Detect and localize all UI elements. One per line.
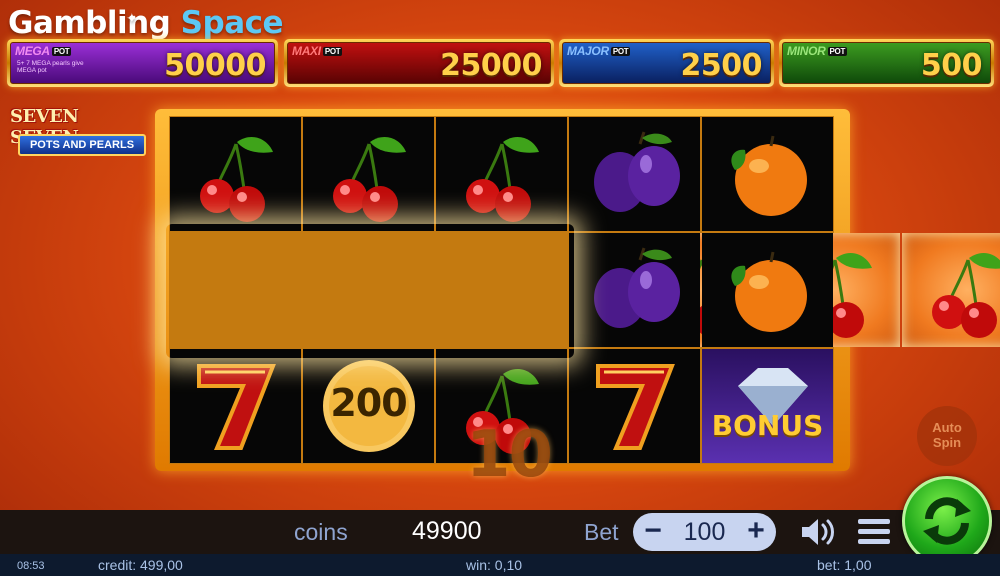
credit-readout: credit: 499,00: [98, 557, 183, 573]
coins-value: 49900: [412, 517, 482, 545]
reel-cell: [436, 117, 567, 231]
reel-cell: [569, 117, 700, 231]
menu-icon[interactable]: [856, 516, 892, 548]
autospin-button[interactable]: Auto Spin: [917, 406, 977, 466]
reel-cell: BONUS: [702, 349, 833, 463]
refresh-icon: [923, 497, 971, 545]
bottom-bar: coins 49900 Bet − 100 +: [0, 510, 1000, 554]
reel-cell: [702, 233, 833, 347]
reel-cell: [569, 233, 700, 347]
bet-increase-button[interactable]: +: [740, 516, 772, 548]
seven-icon: [196, 364, 276, 450]
seven-icon: [595, 364, 675, 450]
coin-value: 200: [330, 381, 407, 425]
jackpot-maxi-tag: MAXI POT: [292, 44, 343, 58]
bet-label: Bet: [584, 519, 619, 545]
win-amount: 10: [466, 418, 553, 492]
jackpot-major-tag: MAJOR POT: [567, 44, 631, 58]
bet-control: − 100 +: [633, 513, 776, 551]
orange-icon: [730, 135, 807, 216]
cherry-icon: [931, 253, 1000, 338]
reel-grid: 200 BONUS: [169, 116, 1000, 464]
reel-cell: [702, 117, 833, 231]
clock: 08:53: [17, 560, 45, 572]
jackpot-mega-value: 50000: [164, 48, 266, 83]
jackpot-mega-note: 5+ 7 MEGA pearls give MEGA pot: [17, 60, 84, 74]
cherry-icon: [199, 137, 273, 222]
game-logo: SEVEN SEVEN POTS AND PEARLS: [8, 104, 150, 160]
reel-frame: 200 BONUS: [155, 109, 1000, 471]
jackpot-major: MAJOR POT 2500: [559, 39, 774, 87]
site-logo: Gambling Space ✦: [8, 4, 284, 42]
status-bar: 08:53 credit: 499,00 win: 0,10 bet: 1,00: [0, 554, 1000, 576]
logo-word-2: Space: [180, 5, 284, 41]
jackpot-major-value: 2500: [680, 48, 763, 83]
jackpot-maxi-value: 25000: [440, 48, 542, 83]
bet-value: 100: [683, 518, 726, 546]
coins-label: coins: [294, 519, 348, 545]
logo-word-1: Gambling: [8, 5, 171, 41]
bet-decrease-button[interactable]: −: [637, 516, 669, 548]
plum-icon: [593, 247, 680, 328]
win-readout: win: 0,10: [466, 557, 523, 573]
reel-cell: [902, 233, 1000, 347]
sound-icon[interactable]: [798, 516, 838, 548]
reel-cell: [170, 349, 301, 463]
game-logo-subtitle: POTS AND PEARLS: [18, 134, 146, 156]
reel-cell: [303, 117, 434, 231]
jackpot-mega-tag: MEGA POT: [15, 44, 72, 58]
jackpot-mega: MEGA POT 5+ 7 MEGA pearls give MEGA pot 5…: [7, 39, 278, 87]
spin-button[interactable]: [902, 476, 992, 566]
reel-cell: [569, 349, 700, 463]
plum-icon: [593, 131, 680, 212]
sparkle-icon: ✦: [126, 11, 138, 27]
jackpot-minor-tag: MINOR POT: [787, 44, 848, 58]
jackpot-minor: MINOR POT 500: [779, 39, 994, 87]
cherry-icon: [332, 137, 406, 222]
bonus-label: BONUS: [711, 409, 824, 442]
jackpot-minor-value: 500: [920, 48, 983, 83]
reel-cell: [170, 117, 301, 231]
reel-cell: 200: [303, 349, 434, 463]
jackpot-maxi: MAXI POT 25000: [284, 39, 554, 87]
orange-icon: [730, 251, 807, 332]
cherry-icon: [465, 137, 539, 222]
bet-readout: bet: 1,00: [817, 557, 872, 573]
